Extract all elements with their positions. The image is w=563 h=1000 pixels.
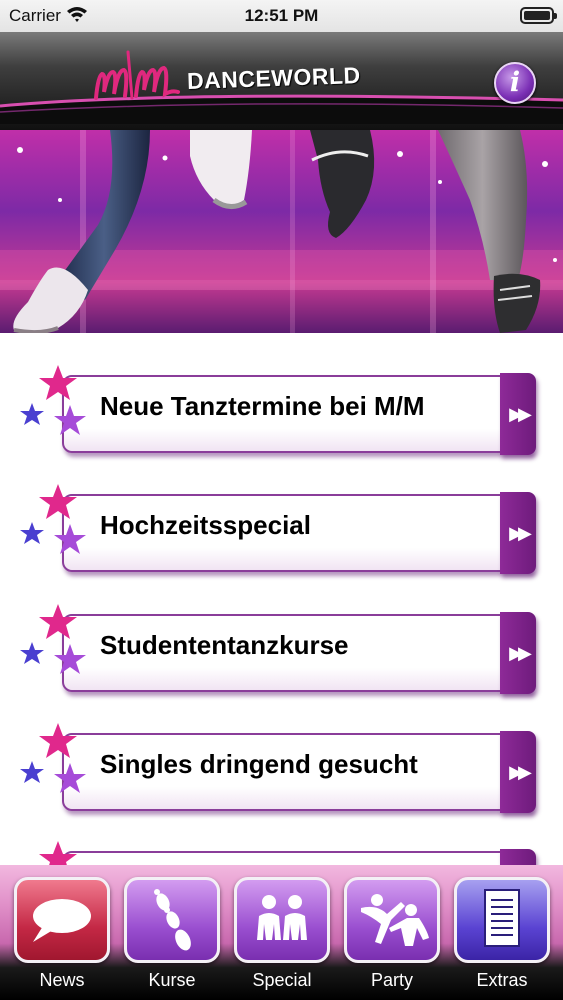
stars-icon <box>20 723 86 793</box>
tab-extras[interactable]: Extras <box>454 877 550 991</box>
tab-news-tile[interactable] <box>14 877 110 963</box>
stars-icon <box>39 841 77 865</box>
tab-kurse[interactable]: Kurse <box>124 877 220 991</box>
list-item-label: Studententanzkurse <box>100 630 349 660</box>
mm-logo-icon <box>94 50 180 100</box>
document-icon <box>484 889 520 947</box>
forward-arrow-icon[interactable]: ▶▶ <box>500 731 536 813</box>
tab-party-label: Party <box>370 970 413 990</box>
list-item[interactable]: ▶▶ Studententanzkurse <box>14 604 544 696</box>
tab-kurse-label: Kurse <box>148 970 196 990</box>
stars-icon <box>20 604 86 674</box>
stars-icon <box>20 365 86 435</box>
forward-arrow-icon[interactable]: ▶▶ <box>500 849 536 865</box>
dancing-legs-image <box>0 130 563 333</box>
tab-kurse-tile[interactable] <box>124 877 220 963</box>
hero-image <box>0 130 563 333</box>
forward-arrow-icon[interactable]: ▶▶ <box>500 612 536 694</box>
speech-bubble-icon <box>33 899 91 942</box>
stars-icon <box>20 484 86 554</box>
list-item[interactable]: ▶▶ <box>14 841 544 865</box>
tab-party[interactable]: Party <box>344 877 440 991</box>
dancers-icon <box>361 894 429 946</box>
list-item-label: Neue Tanztermine bei M/M <box>100 391 425 421</box>
couple-icon <box>257 895 307 940</box>
status-bar: Carrier 12:51 PM <box>0 0 563 32</box>
battery-icon <box>520 7 557 24</box>
info-button[interactable]: i <box>494 62 536 104</box>
tab-extras-tile[interactable] <box>454 877 550 963</box>
list-item[interactable]: ▶▶ Singles dringend gesucht <box>14 723 544 815</box>
list-item[interactable]: ▶▶ Neue Tanztermine bei M/M <box>14 365 544 457</box>
forward-arrow-icon[interactable]: ▶▶ <box>500 492 536 574</box>
forward-arrow-icon[interactable]: ▶▶ <box>500 373 536 455</box>
header-swoosh <box>0 94 563 124</box>
menu-list: ▶▶ Neue Tanztermine bei M/M ▶▶ Hochzeits… <box>0 333 563 865</box>
tab-special-label: Special <box>252 970 312 990</box>
app-header: DANCEWORLD i <box>0 32 563 130</box>
list-item[interactable]: ▶▶ Hochzeitsspecial <box>14 484 544 576</box>
tab-bar: News Kurse Special Party Extras <box>0 865 563 1000</box>
list-item-card <box>62 851 532 865</box>
list-item-label: Hochzeitsspecial <box>100 510 311 540</box>
clock: 12:51 PM <box>244 6 319 25</box>
tab-news[interactable]: News <box>14 877 110 991</box>
tab-extras-label: Extras <box>476 970 528 990</box>
list-item-label: Singles dringend gesucht <box>100 749 418 779</box>
footprints-icon <box>154 889 191 951</box>
tab-party-tile[interactable] <box>344 877 440 963</box>
tab-special-tile[interactable] <box>234 877 330 963</box>
tab-special[interactable]: Special <box>234 877 330 991</box>
tab-news-label: News <box>39 970 85 990</box>
